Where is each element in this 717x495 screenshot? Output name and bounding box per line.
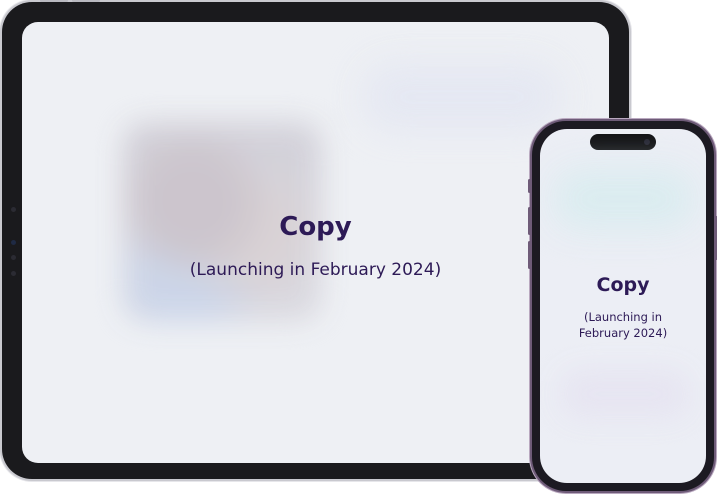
- phone-volume-up-button: [528, 207, 531, 235]
- front-camera-icon: [644, 139, 650, 145]
- tablet-top-button: [72, 0, 100, 2]
- phone-volume-down-button: [528, 241, 531, 269]
- blurred-banner-placeholder: [554, 169, 694, 229]
- phone-launch-note-line2: February 2024): [578, 326, 668, 340]
- phone-launch-note-line1: (Launching in: [583, 310, 663, 324]
- tablet-side-sensor-dot: [11, 271, 16, 276]
- tablet-top-button: [40, 0, 68, 2]
- tablet-launch-note: (Launching in February 2024): [189, 260, 442, 280]
- phone-screen: Copy (Launching in February 2024): [540, 129, 706, 483]
- tablet-side-sensor-dot: [11, 255, 16, 260]
- tablet-screen: Copy (Launching in February 2024): [22, 22, 609, 463]
- phone-mockup: Copy (Launching in February 2024): [528, 121, 717, 491]
- tablet-camera-lens: [11, 240, 16, 245]
- dynamic-island: [590, 134, 656, 150]
- blurred-header-placeholder: [362, 62, 562, 132]
- phone-launch-note: (Launching in February 2024): [560, 309, 686, 341]
- blurred-content-placeholder: [560, 369, 690, 419]
- tablet-heading: Copy: [279, 212, 352, 242]
- phone-action-button: [528, 179, 531, 193]
- phone-heading: Copy: [596, 274, 650, 296]
- tablet-side-camera-dot: [11, 207, 16, 212]
